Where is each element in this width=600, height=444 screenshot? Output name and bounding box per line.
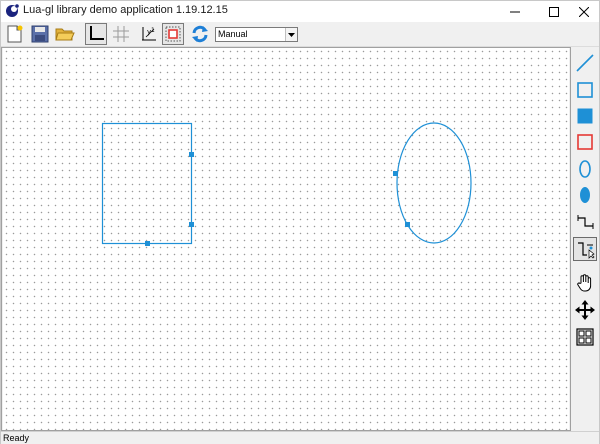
connector-tool-button[interactable] (573, 210, 597, 234)
move-button[interactable] (573, 298, 597, 322)
status-text: Ready (3, 433, 30, 443)
canvas-shapes (101, 122, 472, 246)
filled-ellipse-tool-button[interactable] (573, 183, 597, 207)
connector-drag-tool-button[interactable] (573, 237, 597, 261)
status-bar: Ready (1, 431, 599, 444)
line-tool-button[interactable] (573, 51, 597, 75)
title-bar: Lua-gl library demo application 1.19.12.… (1, 1, 599, 22)
ellipse-handle[interactable] (405, 222, 410, 227)
drawing-canvas[interactable] (3, 48, 569, 431)
open-folder-icon (55, 28, 75, 41)
pan-hand-icon (577, 274, 592, 292)
refresh-icon (192, 25, 208, 43)
rectangle-handle[interactable] (189, 152, 194, 157)
minimize-icon (510, 11, 520, 12)
axes-icon (90, 26, 104, 40)
rectangle-tool-icon (577, 82, 593, 98)
mode-select-value: Manual (218, 29, 248, 39)
minimize-button[interactable] (498, 1, 532, 22)
close-icon (579, 6, 589, 17)
filled-ellipse-tool-icon (580, 187, 590, 203)
move-icon (575, 300, 595, 320)
rectangle-handle[interactable] (189, 222, 194, 227)
line-tool-icon (576, 54, 594, 72)
new-document-button[interactable] (4, 23, 26, 45)
app-window: Lua-gl library demo application 1.19.12.… (0, 0, 600, 444)
select-rectangle-button[interactable] (162, 23, 184, 45)
refresh-button[interactable] (189, 23, 211, 45)
app-logo-icon (6, 4, 19, 17)
select-rectangle-icon (165, 26, 181, 42)
connector-tool-icon (577, 215, 594, 229)
ellipse-handle[interactable] (393, 171, 398, 176)
blocking-rectangle-tool-icon (577, 134, 593, 150)
new-document-icon (7, 25, 23, 43)
filled-rectangle-tool-icon (577, 108, 593, 124)
rectangle-tool-button[interactable] (573, 78, 597, 102)
snap-to-grid-icon: y 1 (142, 27, 156, 41)
pan-button[interactable] (573, 271, 597, 295)
mode-select[interactable]: Manual (215, 27, 298, 42)
snap-grid-button[interactable]: y 1 (138, 23, 160, 45)
filled-rectangle-tool-button[interactable] (573, 104, 597, 128)
group-icon (576, 328, 594, 346)
group-button[interactable] (573, 325, 597, 349)
save-icon (31, 25, 49, 43)
grid-icon (113, 26, 129, 42)
open-button[interactable] (54, 23, 76, 45)
save-button[interactable] (29, 23, 51, 45)
connector-drag-tool-icon (578, 242, 595, 259)
axes-toggle-button[interactable] (85, 23, 107, 45)
blocking-rectangle-tool-button[interactable] (573, 130, 597, 154)
chevron-down-icon[interactable] (285, 28, 297, 41)
maximize-button[interactable] (537, 1, 571, 22)
grid-toggle-button[interactable] (110, 23, 132, 45)
ellipse-tool-icon (579, 160, 591, 178)
rectangle-handle[interactable] (145, 241, 150, 246)
ellipse-tool-button[interactable] (573, 157, 597, 181)
main-toolbar: y 1 Manual (1, 22, 599, 47)
shape-tool-palette (571, 47, 599, 431)
maximize-icon (549, 6, 559, 17)
rectangle-shape[interactable] (101, 122, 193, 245)
close-button[interactable] (567, 1, 600, 22)
window-title: Lua-gl library demo application 1.19.12.… (23, 4, 228, 16)
